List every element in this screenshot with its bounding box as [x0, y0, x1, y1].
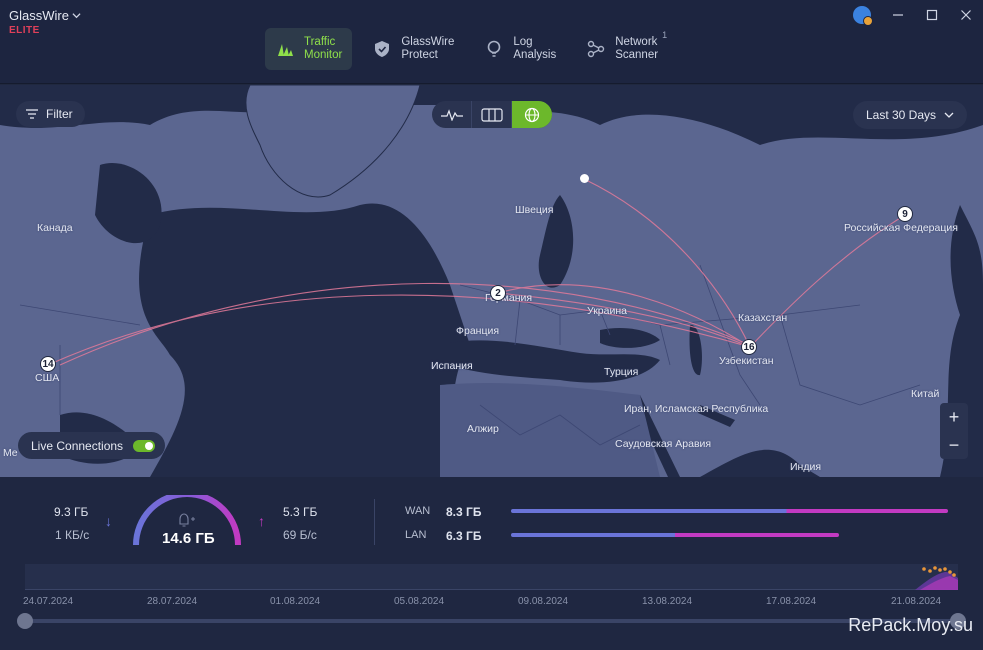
connection-arcs	[47, 178, 906, 366]
zoom-out-button[interactable]: −	[940, 431, 968, 459]
split-view-button[interactable]	[472, 101, 512, 128]
zoom-in-button[interactable]: +	[940, 403, 968, 431]
connection-marker-uzbekistan[interactable]: 16	[741, 339, 757, 355]
total-usage: 14.6 ГБ	[162, 530, 215, 547]
wan-label: WAN	[405, 505, 431, 517]
filter-button[interactable]: Filter	[16, 101, 85, 127]
account-avatar-icon[interactable]	[853, 6, 873, 26]
filter-icon	[26, 109, 38, 119]
nav-network-scanner[interactable]: Network Scanner 1	[576, 28, 677, 70]
globe-view-icon	[524, 107, 540, 122]
wan-usage-bar	[511, 509, 948, 513]
country-label: Китай	[911, 388, 940, 400]
watermark: RePack.Moy.su	[848, 615, 973, 635]
timeline-date: 24.07.2024	[22, 596, 74, 607]
connection-marker-germany[interactable]: 2	[490, 285, 506, 301]
connection-point[interactable]	[580, 174, 589, 183]
toggle-switch[interactable]	[133, 439, 156, 452]
maximize-button[interactable]	[915, 0, 949, 30]
country-label: Швеция	[515, 204, 554, 216]
download-arrow-icon: ↓	[105, 513, 112, 529]
upload-rate: 69 Б/с	[283, 528, 317, 542]
timeline-date: 05.08.2024	[393, 596, 445, 607]
graph-view-button[interactable]	[432, 101, 472, 128]
chevron-down-icon	[72, 13, 81, 19]
country-label: Украина	[587, 305, 627, 317]
chevron-down-icon	[944, 112, 954, 118]
period-label: Last 30 Days	[865, 108, 937, 122]
connection-marker-russia[interactable]: 9	[897, 206, 913, 222]
country-label: Российская Федерация	[844, 222, 958, 234]
divider	[374, 499, 375, 545]
nav-log-analysis-label: Log Analysis	[513, 36, 557, 61]
app-name: GlassWire	[9, 8, 69, 23]
range-start-handle[interactable]	[17, 613, 33, 629]
live-connections-label: Live Connections	[31, 438, 124, 453]
minimize-icon	[893, 14, 903, 16]
timeline-date: 21.08.2024	[890, 596, 942, 607]
timeline-date: 01.08.2024	[269, 596, 321, 607]
country-label: Испания	[431, 360, 473, 372]
nav-traffic-monitor[interactable]: Traffic Monitor	[265, 28, 353, 70]
title-bar: GlassWire ELITE Traffic Monitor GlassWir…	[0, 0, 983, 84]
nav-traffic-monitor-label: Traffic Monitor	[304, 36, 343, 61]
network-scanner-badge: 1	[662, 30, 668, 40]
maximize-icon	[926, 9, 938, 21]
lan-value: 6.3 ГБ	[446, 529, 482, 543]
split-view-icon	[480, 107, 503, 122]
country-label: Казахстан	[738, 312, 788, 324]
lan-usage-bar	[511, 533, 839, 537]
timeline-date: 13.08.2024	[641, 596, 693, 607]
close-icon	[961, 10, 971, 20]
nav-glasswire-protect[interactable]: GlassWire Protect	[362, 28, 464, 70]
network-icon	[586, 39, 606, 59]
country-label: Турция	[604, 366, 639, 378]
timeline-date: 17.08.2024	[765, 596, 817, 607]
connection-marker-usa[interactable]: 14	[40, 356, 56, 372]
timeline-date: 28.07.2024	[146, 596, 198, 607]
timeline-activity	[915, 566, 958, 590]
close-button[interactable]	[949, 0, 983, 30]
brand[interactable]: GlassWire ELITE	[9, 8, 81, 36]
nav-network-scanner-label: Network Scanner	[615, 36, 659, 61]
app-tier-badge: ELITE	[9, 25, 40, 36]
traffic-stats-panel: 9.3 ГБ 1 КБ/с ↓ 14.6 ГБ ↑ 5.3 ГБ 69 Б/с …	[0, 477, 983, 650]
country-label: Иран, Исламская Республика	[624, 403, 769, 415]
shield-icon	[372, 39, 392, 59]
view-mode-toggle	[432, 101, 552, 128]
nav-glasswire-protect-label: GlassWire Protect	[401, 36, 455, 61]
country-label: Канада	[37, 222, 73, 234]
download-rate: 1 КБ/с	[55, 528, 90, 542]
upload-arrow-icon: ↑	[258, 513, 265, 529]
country-label: Алжир	[467, 423, 499, 435]
zoom-controls: + −	[940, 403, 968, 459]
upload-total: 5.3 ГБ	[283, 505, 318, 519]
download-total: 9.3 ГБ	[54, 505, 89, 519]
lightbulb-icon	[484, 39, 504, 59]
live-connections-toggle[interactable]: Live Connections	[18, 432, 166, 459]
country-label: Me	[3, 447, 18, 459]
filter-label: Filter	[46, 107, 73, 121]
timeline-graph[interactable]	[25, 564, 958, 590]
graph-view-icon	[440, 108, 463, 121]
country-label: США	[35, 372, 60, 384]
timeline-range-slider[interactable]	[25, 619, 958, 623]
world-map[interactable]: Канада США Me Швеция Германия Франция Ис…	[0, 85, 983, 477]
country-label: Индия	[790, 461, 822, 473]
country-label: Саудовская Аравия	[615, 438, 712, 450]
country-label: Франция	[456, 325, 500, 337]
period-dropdown[interactable]: Last 30 Days	[853, 101, 967, 129]
wan-value: 8.3 ГБ	[446, 505, 482, 519]
nav-log-analysis[interactable]: Log Analysis	[474, 28, 566, 70]
traffic-monitor-icon	[275, 39, 295, 59]
bell-plus-icon[interactable]	[177, 513, 197, 527]
country-label: Узбекистан	[719, 355, 774, 367]
minimize-button[interactable]	[881, 0, 915, 30]
globe-view-button[interactable]	[512, 101, 552, 128]
window-controls	[853, 0, 983, 30]
timeline-date: 09.08.2024	[517, 596, 569, 607]
main-nav: Traffic Monitor GlassWire Protect Log An…	[265, 28, 677, 70]
lan-label: LAN	[405, 529, 427, 541]
